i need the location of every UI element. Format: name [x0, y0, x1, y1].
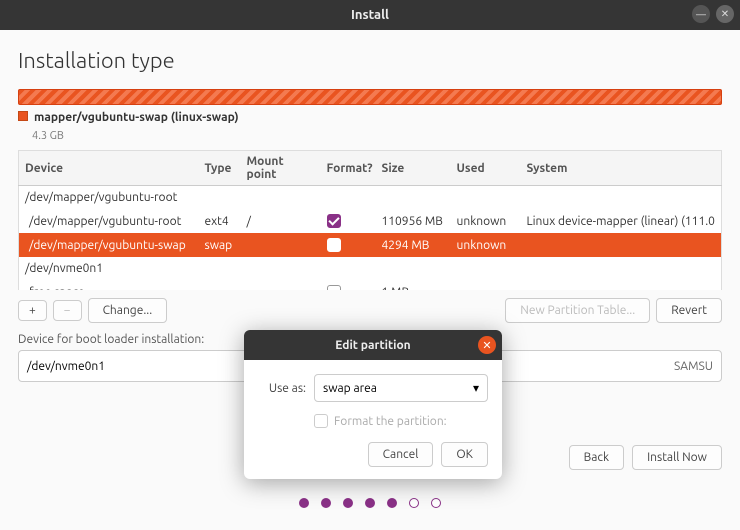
format-checkbox[interactable]	[321, 209, 376, 233]
disk-usage-bar	[18, 89, 722, 105]
dot-1	[299, 498, 309, 508]
col-mount: Mount point	[241, 151, 321, 186]
col-used: Used	[451, 151, 521, 186]
dot-7	[431, 498, 441, 508]
col-size: Size	[376, 151, 451, 186]
page-title: Installation type	[18, 48, 722, 73]
format-partition-label: Format the partition:	[334, 415, 447, 428]
legend-color-swap	[18, 111, 28, 121]
edit-partition-dialog: Edit partition ✕ Use as: swap area ▾ For…	[244, 330, 502, 479]
dialog-titlebar: Edit partition ✕	[244, 330, 502, 360]
partition-legend: mapper/vgubuntu-swap (linux-swap)	[18, 111, 722, 124]
dot-4	[365, 498, 375, 508]
minimize-icon[interactable]: —	[692, 5, 710, 23]
partition-table[interactable]: Device Type Mount point Format? Size Use…	[18, 150, 722, 290]
format-partition-checkbox[interactable]	[314, 414, 328, 428]
col-type: Type	[199, 151, 241, 186]
use-as-select[interactable]: swap area ▾	[314, 374, 488, 402]
window-title: Install	[351, 8, 389, 22]
dialog-title: Edit partition	[335, 339, 410, 352]
dot-6	[409, 498, 419, 508]
legend-label: mapper/vgubuntu-swap (linux-swap)	[34, 111, 239, 124]
table-header: Device Type Mount point Format? Size Use…	[19, 151, 722, 186]
dot-2	[321, 498, 331, 508]
dialog-close-icon[interactable]: ✕	[478, 336, 496, 354]
col-format: Format?	[321, 151, 376, 186]
chevron-down-icon: ▾	[473, 381, 479, 395]
table-row[interactable]: /dev/mapper/vgubuntu-swap swap 4294 MB u…	[19, 233, 722, 257]
add-partition-button[interactable]: +	[18, 300, 47, 321]
col-system: System	[521, 151, 722, 186]
bootloader-model: SAMSU	[674, 360, 713, 373]
wizard-progress-dots	[0, 498, 740, 508]
install-now-button[interactable]: Install Now	[632, 445, 722, 470]
cancel-button[interactable]: Cancel	[368, 442, 434, 467]
ok-button[interactable]: OK	[441, 442, 488, 467]
back-button[interactable]: Back	[569, 445, 624, 470]
bootloader-device: /dev/nvme0n1	[27, 360, 105, 373]
legend-size: 4.3 GB	[32, 130, 722, 142]
titlebar: Install — ✕	[0, 0, 740, 30]
new-partition-table-button[interactable]: New Partition Table...	[505, 298, 650, 323]
format-checkbox[interactable]	[321, 233, 376, 257]
remove-partition-button[interactable]: −	[53, 300, 82, 321]
close-icon[interactable]: ✕	[716, 5, 734, 23]
format-checkbox[interactable]	[321, 280, 376, 290]
table-row[interactable]: free space 1 MB	[19, 280, 722, 290]
use-as-label: Use as:	[258, 382, 306, 395]
dot-5	[387, 498, 397, 508]
col-device: Device	[19, 151, 199, 186]
table-row[interactable]: /dev/nvme0n1	[19, 257, 722, 280]
change-button[interactable]: Change...	[88, 298, 168, 323]
revert-button[interactable]: Revert	[656, 298, 722, 323]
table-row[interactable]: /dev/mapper/vgubuntu-root	[19, 186, 722, 210]
table-row[interactable]: /dev/mapper/vgubuntu-root ext4 / 110956 …	[19, 209, 722, 233]
dot-3	[343, 498, 353, 508]
use-as-value: swap area	[323, 382, 377, 395]
